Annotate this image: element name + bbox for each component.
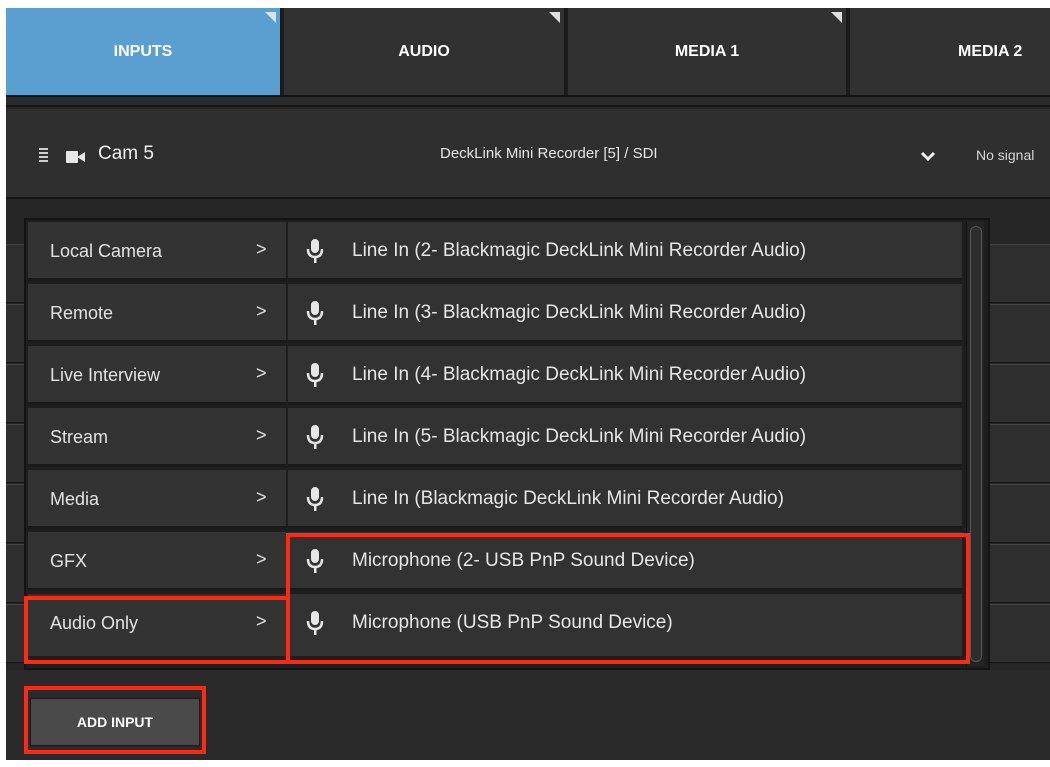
menu-item-label: Line In (Blackmagic DeckLink Mini Record… — [352, 488, 784, 509]
chevron-right-icon: > — [256, 549, 267, 569]
menu-item-microphone-2[interactable]: Microphone (2- USB PnP Sound Device) — [288, 532, 962, 591]
signal-status: No signal — [976, 147, 1035, 163]
menu-item-line-in-2[interactable]: Line In (2- Blackmagic DeckLink Mini Rec… — [288, 222, 962, 281]
tab-corner-marker — [549, 12, 560, 23]
menu-category-live-interview[interactable]: Live Interview > — [28, 346, 286, 405]
add-input-button[interactable]: ADD INPUT — [30, 698, 200, 746]
microphone-icon — [306, 301, 324, 325]
menu-category-audio-only[interactable]: Audio Only > — [28, 594, 286, 656]
menu-item-label: Line In (4- Blackmagic DeckLink Mini Rec… — [352, 364, 807, 385]
menu-item-microphone[interactable]: Microphone (USB PnP Sound Device) — [288, 594, 962, 656]
chevron-right-icon: > — [256, 487, 267, 507]
app-window: INPUTS AUDIO MEDIA 1 MEDIA 2 Cam 5 DeckL… — [6, 8, 1050, 760]
microphone-icon — [306, 425, 324, 449]
category-label: Audio Only — [50, 613, 139, 633]
category-label: Stream — [50, 427, 109, 447]
category-label: Remote — [50, 303, 114, 323]
drag-handle-icon[interactable] — [39, 148, 48, 162]
chevron-down-icon[interactable] — [920, 150, 936, 162]
menu-category-media[interactable]: Media > — [28, 470, 286, 529]
tab-media-2[interactable]: MEDIA 2 — [850, 8, 1050, 95]
tab-inputs-label: INPUTS — [113, 42, 173, 60]
add-input-label: ADD INPUT — [76, 714, 154, 730]
chevron-right-icon: > — [256, 611, 267, 631]
add-input-menu: Local Camera > Remote > Live Interview >… — [24, 218, 990, 670]
chevron-right-icon: > — [256, 363, 267, 383]
tab-media-1-label: MEDIA 1 — [674, 42, 740, 60]
chevron-right-icon: > — [256, 301, 267, 321]
menu-item-line-in[interactable]: Line In (Blackmagic DeckLink Mini Record… — [288, 470, 962, 529]
chevron-right-icon: > — [256, 239, 267, 259]
microphone-icon — [306, 487, 324, 511]
tab-media-1[interactable]: MEDIA 1 — [568, 8, 848, 95]
menu-item-label: Microphone (USB PnP Sound Device) — [352, 612, 673, 633]
category-label: Media — [50, 489, 100, 509]
tab-inputs[interactable]: INPUTS — [6, 8, 282, 95]
tab-audio-label: AUDIO — [398, 42, 450, 60]
menu-category-stream[interactable]: Stream > — [28, 408, 286, 467]
camera-name: Cam 5 — [98, 143, 154, 164]
menu-item-line-in-4[interactable]: Line In (4- Blackmagic DeckLink Mini Rec… — [288, 346, 962, 405]
menu-item-label: Microphone (2- USB PnP Sound Device) — [352, 550, 695, 571]
category-label: Local Camera — [50, 241, 163, 261]
category-label: GFX — [50, 551, 88, 571]
microphone-icon — [306, 549, 324, 573]
menu-category-remote[interactable]: Remote > — [28, 284, 286, 343]
tab-media-2-label: MEDIA 2 — [958, 42, 1023, 60]
category-label: Live Interview — [50, 365, 161, 385]
chevron-right-icon: > — [256, 425, 267, 445]
tab-corner-marker — [831, 12, 842, 23]
source-select-value[interactable]: DeckLink Mini Recorder [5] / SDI — [440, 145, 658, 162]
tab-bar: INPUTS AUDIO MEDIA 1 MEDIA 2 — [6, 8, 1050, 95]
input-row[interactable]: Cam 5 DeckLink Mini Recorder [5] / SDI N… — [6, 109, 1050, 199]
menu-scrollbar[interactable] — [966, 222, 984, 666]
menu-item-label: Line In (5- Blackmagic DeckLink Mini Rec… — [352, 426, 807, 447]
microphone-icon — [306, 363, 324, 387]
menu-item-label: Line In (3- Blackmagic DeckLink Mini Rec… — [352, 302, 807, 323]
menu-item-label: Line In (2- Blackmagic DeckLink Mini Rec… — [352, 240, 807, 261]
microphone-icon — [306, 611, 324, 635]
menu-category-local-camera[interactable]: Local Camera > — [28, 222, 286, 281]
video-camera-icon — [66, 151, 86, 163]
menu-item-line-in-3[interactable]: Line In (3- Blackmagic DeckLink Mini Rec… — [288, 284, 962, 343]
menu-category-gfx[interactable]: GFX > — [28, 532, 286, 591]
microphone-icon — [306, 239, 324, 263]
tab-corner-marker — [265, 12, 276, 23]
tab-audio[interactable]: AUDIO — [284, 8, 566, 95]
scrollbar-thumb[interactable] — [970, 226, 982, 662]
menu-item-line-in-5[interactable]: Line In (5- Blackmagic DeckLink Mini Rec… — [288, 408, 962, 467]
tab-separator — [6, 95, 1050, 107]
